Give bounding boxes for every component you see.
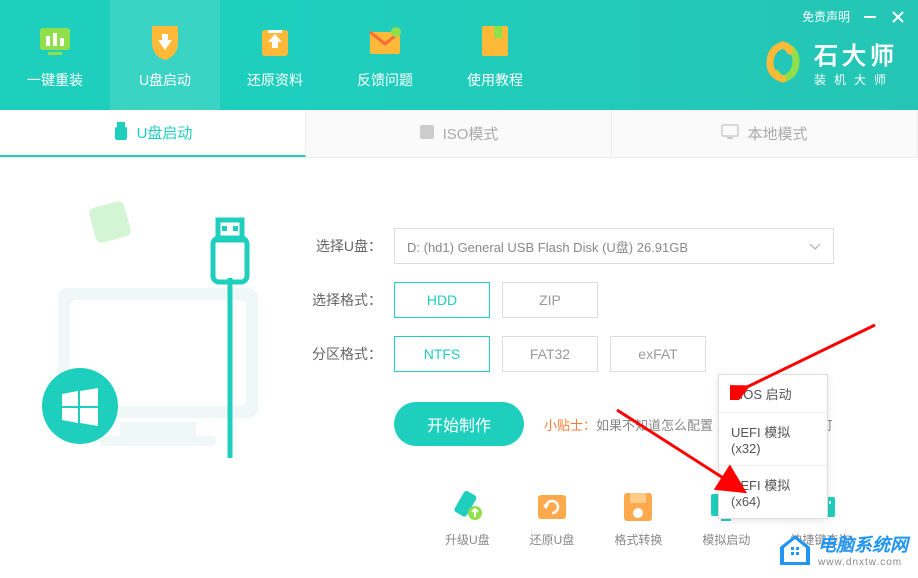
watermark: 电脑系统网 www.dnxtw.com <box>778 531 908 568</box>
tab-label: ISO模式 <box>443 123 499 144</box>
usb-illustration <box>20 188 290 478</box>
disclaimer-link[interactable]: 免责声明 <box>802 8 850 25</box>
nav-label: 反馈问题 <box>357 70 413 90</box>
reinstall-icon <box>34 20 76 62</box>
tip-label: 小贴士： <box>544 418 596 433</box>
disk-label: 选择U盘： <box>310 236 382 256</box>
usb-icon <box>113 122 129 144</box>
dropdown-uefi-x32[interactable]: UEFI 模拟(x32) <box>719 412 827 465</box>
iso-icon <box>419 124 435 144</box>
brand-subtitle: 装机大师 <box>814 71 898 88</box>
nav-tutorial[interactable]: 使用教程 <box>440 0 550 110</box>
tab-iso[interactable]: ISO模式 <box>306 110 612 157</box>
nav-label: U盘启动 <box>139 70 191 90</box>
nav-label: 还原资料 <box>247 70 303 90</box>
format-label: 选择格式： <box>310 290 382 310</box>
format-hdd-button[interactable]: HDD <box>394 282 490 318</box>
app-header: 一键重装 U盘启动 还原资料 反馈问题 使用教程 免责声明 <box>0 0 918 110</box>
watermark-house-icon <box>778 533 812 567</box>
nav-restore[interactable]: 还原资料 <box>220 0 330 110</box>
tool-label: 升级U盘 <box>445 531 490 548</box>
nav-reinstall[interactable]: 一键重装 <box>0 0 110 110</box>
tool-label: 还原U盘 <box>530 531 575 548</box>
minimize-button[interactable] <box>862 9 878 25</box>
watermark-title: 电脑系统网 <box>818 531 908 557</box>
start-create-button[interactable]: 开始制作 <box>394 402 524 446</box>
tool-restore-usb[interactable]: 还原U盘 <box>530 489 575 548</box>
tool-label: 格式转换 <box>614 531 662 548</box>
mode-tabs: U盘启动 ISO模式 本地模式 <box>0 110 918 158</box>
book-icon <box>474 20 516 62</box>
chevron-down-icon <box>809 239 821 254</box>
monitor-icon <box>721 124 739 144</box>
nav-label: 使用教程 <box>467 70 523 90</box>
close-button[interactable] <box>890 9 906 25</box>
usb-shield-icon <box>144 20 186 62</box>
boot-mode-dropdown: BIOS 启动 UEFI 模拟(x32) UEFI 模拟(x64) <box>718 374 828 519</box>
brand-area: 石大师 装机大师 <box>762 36 898 88</box>
tool-label: 模拟启动 <box>702 531 750 548</box>
partition-ntfs-button[interactable]: NTFS <box>394 336 490 372</box>
disk-value: D: (hd1) General USB Flash Disk (U盘) 26.… <box>407 237 688 256</box>
brand-logo-icon <box>762 41 804 83</box>
tab-local[interactable]: 本地模式 <box>612 110 918 157</box>
usb-restore-icon <box>534 489 570 525</box>
dropdown-bios[interactable]: BIOS 启动 <box>719 375 827 412</box>
nav-usb-boot[interactable]: U盘启动 <box>110 0 220 110</box>
dropdown-uefi-x64[interactable]: UEFI 模拟(x64) <box>719 465 827 518</box>
tool-upgrade-usb[interactable]: 升级U盘 <box>445 489 490 548</box>
format-zip-button[interactable]: ZIP <box>502 282 598 318</box>
tab-label: 本地模式 <box>747 123 807 144</box>
tab-usb-boot[interactable]: U盘启动 <box>0 110 306 157</box>
partition-label: 分区格式： <box>310 344 382 364</box>
tool-format-convert[interactable]: 格式转换 <box>614 489 662 548</box>
disk-icon <box>620 489 656 525</box>
tab-label: U盘启动 <box>137 122 193 143</box>
disk-select[interactable]: D: (hd1) General USB Flash Disk (U盘) 26.… <box>394 228 834 264</box>
envelope-icon <box>364 20 406 62</box>
restore-icon <box>254 20 296 62</box>
watermark-url: www.dnxtw.com <box>818 557 908 568</box>
usb-upgrade-icon <box>449 489 485 525</box>
window-controls: 免责声明 <box>802 8 906 25</box>
brand-title: 石大师 <box>814 36 898 71</box>
tip-content: 如果不知道怎么配置 <box>596 418 713 433</box>
partition-fat32-button[interactable]: FAT32 <box>502 336 598 372</box>
nav-label: 一键重装 <box>27 70 83 90</box>
nav-feedback[interactable]: 反馈问题 <box>330 0 440 110</box>
partition-exfat-button[interactable]: exFAT <box>610 336 706 372</box>
